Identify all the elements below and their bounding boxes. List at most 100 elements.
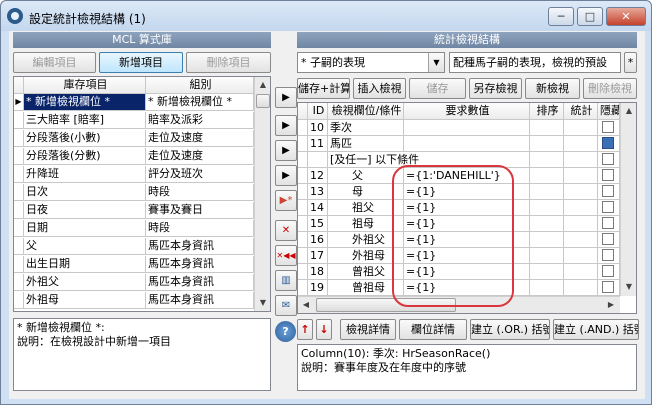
structure-sort-cell[interactable] [530,120,564,136]
hidden-checkbox[interactable] [602,281,614,293]
save-calc-button[interactable]: 儲存+計算 [297,78,350,99]
structure-stat-cell[interactable] [564,184,598,200]
structure-id-cell[interactable]: 11 [308,136,328,152]
hidden-checkbox[interactable] [602,265,614,277]
library-group-cell[interactable]: 時段 [146,184,254,201]
structure-sort-cell[interactable] [530,136,564,152]
scroll-right-arrow[interactable]: ▶ [603,297,619,313]
column-header-sort[interactable]: 排序 [530,103,564,120]
library-group-cell[interactable]: 賠率及派彩 [146,112,254,129]
move-right-button-4[interactable]: ▶ [275,165,297,186]
and-bracket-button[interactable]: 建立 (.AND.) 括號 [553,319,639,340]
remove-button[interactable]: ✕ [275,220,297,241]
library-item-cell[interactable]: * 新增檢視欄位 * [24,94,146,111]
mail-button[interactable]: ✉ [275,295,297,316]
maximize-button[interactable]: □ [577,7,603,26]
minimize-button[interactable]: ─ [548,7,574,26]
structure-sort-cell[interactable] [530,280,564,296]
scroll-left-arrow[interactable]: ◀ [298,297,314,313]
close-button[interactable]: ✕ [606,7,646,26]
structure-sort-cell[interactable] [530,184,564,200]
library-group-cell[interactable]: 時段 [146,220,254,237]
column-header-group[interactable]: 組別 [146,77,254,94]
library-item-cell[interactable]: 日夜 [24,202,146,219]
or-bracket-button[interactable]: 建立 (.OR.) 括號 [470,319,550,340]
library-group-cell[interactable]: 馬匹本身資訊 [146,256,254,273]
delete-item-button[interactable]: 刪除項目 [186,52,271,73]
library-row[interactable]: 日次 時段 [14,184,270,201]
structure-id-cell[interactable]: 17 [308,248,328,264]
structure-id-cell[interactable]: 15 [308,216,328,232]
hidden-checkbox[interactable] [602,121,614,133]
structure-value-cell[interactable] [404,120,530,136]
structure-id-cell[interactable] [308,152,328,168]
structure-row[interactable]: 11 馬匹 [298,136,636,152]
add-all-button[interactable]: ▶* [275,190,297,211]
library-group-cell[interactable]: 走位及速度 [146,130,254,147]
structure-stat-cell[interactable] [564,120,598,136]
insert-view-button[interactable]: 插入檢視 [353,78,406,99]
library-item-cell[interactable]: 出生日期 [24,256,146,273]
structure-stat-cell[interactable] [564,264,598,280]
view-detail-button[interactable]: 檢視詳情 [340,319,396,340]
structure-id-cell[interactable]: 13 [308,184,328,200]
move-right-button-1[interactable]: ▶ [275,87,297,108]
structure-sort-cell[interactable] [530,232,564,248]
scroll-thumb[interactable] [256,94,270,108]
formula-library-grid[interactable]: 庫存項目 組別 ▶ * 新增檢視欄位 * * 新增檢視欄位 * 三大賠率 [賠率] 賠率… [13,76,271,312]
view-selector[interactable]: * 子嗣的表現 ▼ [297,52,445,73]
structure-id-cell[interactable]: 16 [308,232,328,248]
structure-vertical-scrollbar[interactable]: ▲ ▼ [620,103,636,296]
column-header-hidden[interactable]: 隱藏 [598,103,620,120]
move-right-button-2[interactable]: ▶ [275,115,297,136]
library-row[interactable]: 三大賠率 [賠率] 賠率及派彩 [14,112,270,129]
structure-sort-cell[interactable] [530,264,564,280]
library-row[interactable]: 出生日期 馬匹本身資訊 [14,256,270,273]
library-item-cell[interactable]: 父 [24,238,146,255]
structure-stat-cell[interactable] [564,200,598,216]
library-item-cell[interactable]: 分段落後(分數) [24,148,146,165]
hidden-checkbox[interactable] [602,137,614,149]
library-row[interactable]: 日夜 賽事及賽日 [14,202,270,219]
structure-stat-cell[interactable] [564,168,598,184]
library-vertical-scrollbar[interactable]: ▲ ▼ [254,77,270,311]
title-bar[interactable]: 設定統計檢視結構 (1) ─ □ ✕ [1,1,651,31]
scroll-down-arrow[interactable]: ▼ [255,295,270,311]
library-row[interactable]: 升降班 評分及班次 [14,166,270,183]
column-header-id[interactable]: ID [308,103,328,120]
library-row[interactable]: 外祖父 馬匹本身資訊 [14,274,270,291]
view-description-field[interactable]: 配種馬子嗣的表現，檢視的預設 [449,52,621,73]
move-up-button[interactable]: ↑ [297,319,313,340]
structure-stat-cell[interactable] [564,216,598,232]
structure-id-cell[interactable]: 10 [308,120,328,136]
structure-stat-cell[interactable] [564,152,598,168]
column-header-value[interactable]: 要求數值 [404,103,530,120]
library-group-cell[interactable]: 賽事及賽日 [146,202,254,219]
library-row[interactable]: 分段落後(小數) 走位及速度 [14,130,270,147]
table-view-button[interactable]: ▥ [275,270,297,291]
library-item-cell[interactable]: 日期 [24,220,146,237]
library-group-cell[interactable]: 馬匹本身資訊 [146,292,254,309]
library-row[interactable]: 分段落後(分數) 走位及速度 [14,148,270,165]
structure-id-cell[interactable]: 18 [308,264,328,280]
help-icon[interactable]: ? [275,321,296,342]
structure-sort-cell[interactable] [530,216,564,232]
column-header-item[interactable]: 庫存項目 [24,77,146,94]
hidden-checkbox[interactable] [602,153,614,165]
add-item-button[interactable]: 新增項目 [99,52,183,73]
library-item-cell[interactable]: 分段落後(小數) [24,130,146,147]
save-as-view-button[interactable]: 另存檢視 [469,78,522,99]
structure-id-cell[interactable]: 14 [308,200,328,216]
library-row[interactable]: 父馬匹本身資訊 [14,238,270,255]
remove-all-button[interactable]: ✕◀◀ [275,245,297,266]
library-group-cell[interactable]: 馬匹本身資訊 [146,274,254,291]
column-header-stat[interactable]: 統計 [564,103,598,120]
library-item-cell[interactable]: 外祖父 [24,274,146,291]
library-item-cell[interactable]: 升降班 [24,166,146,183]
structure-stat-cell[interactable] [564,136,598,152]
chevron-down-icon[interactable]: ▼ [428,53,444,72]
structure-stat-cell[interactable] [564,248,598,264]
structure-id-cell[interactable]: 12 [308,168,328,184]
edit-item-button[interactable]: 編輯項目 [13,52,96,73]
library-row[interactable]: 日期 時段 [14,220,270,237]
